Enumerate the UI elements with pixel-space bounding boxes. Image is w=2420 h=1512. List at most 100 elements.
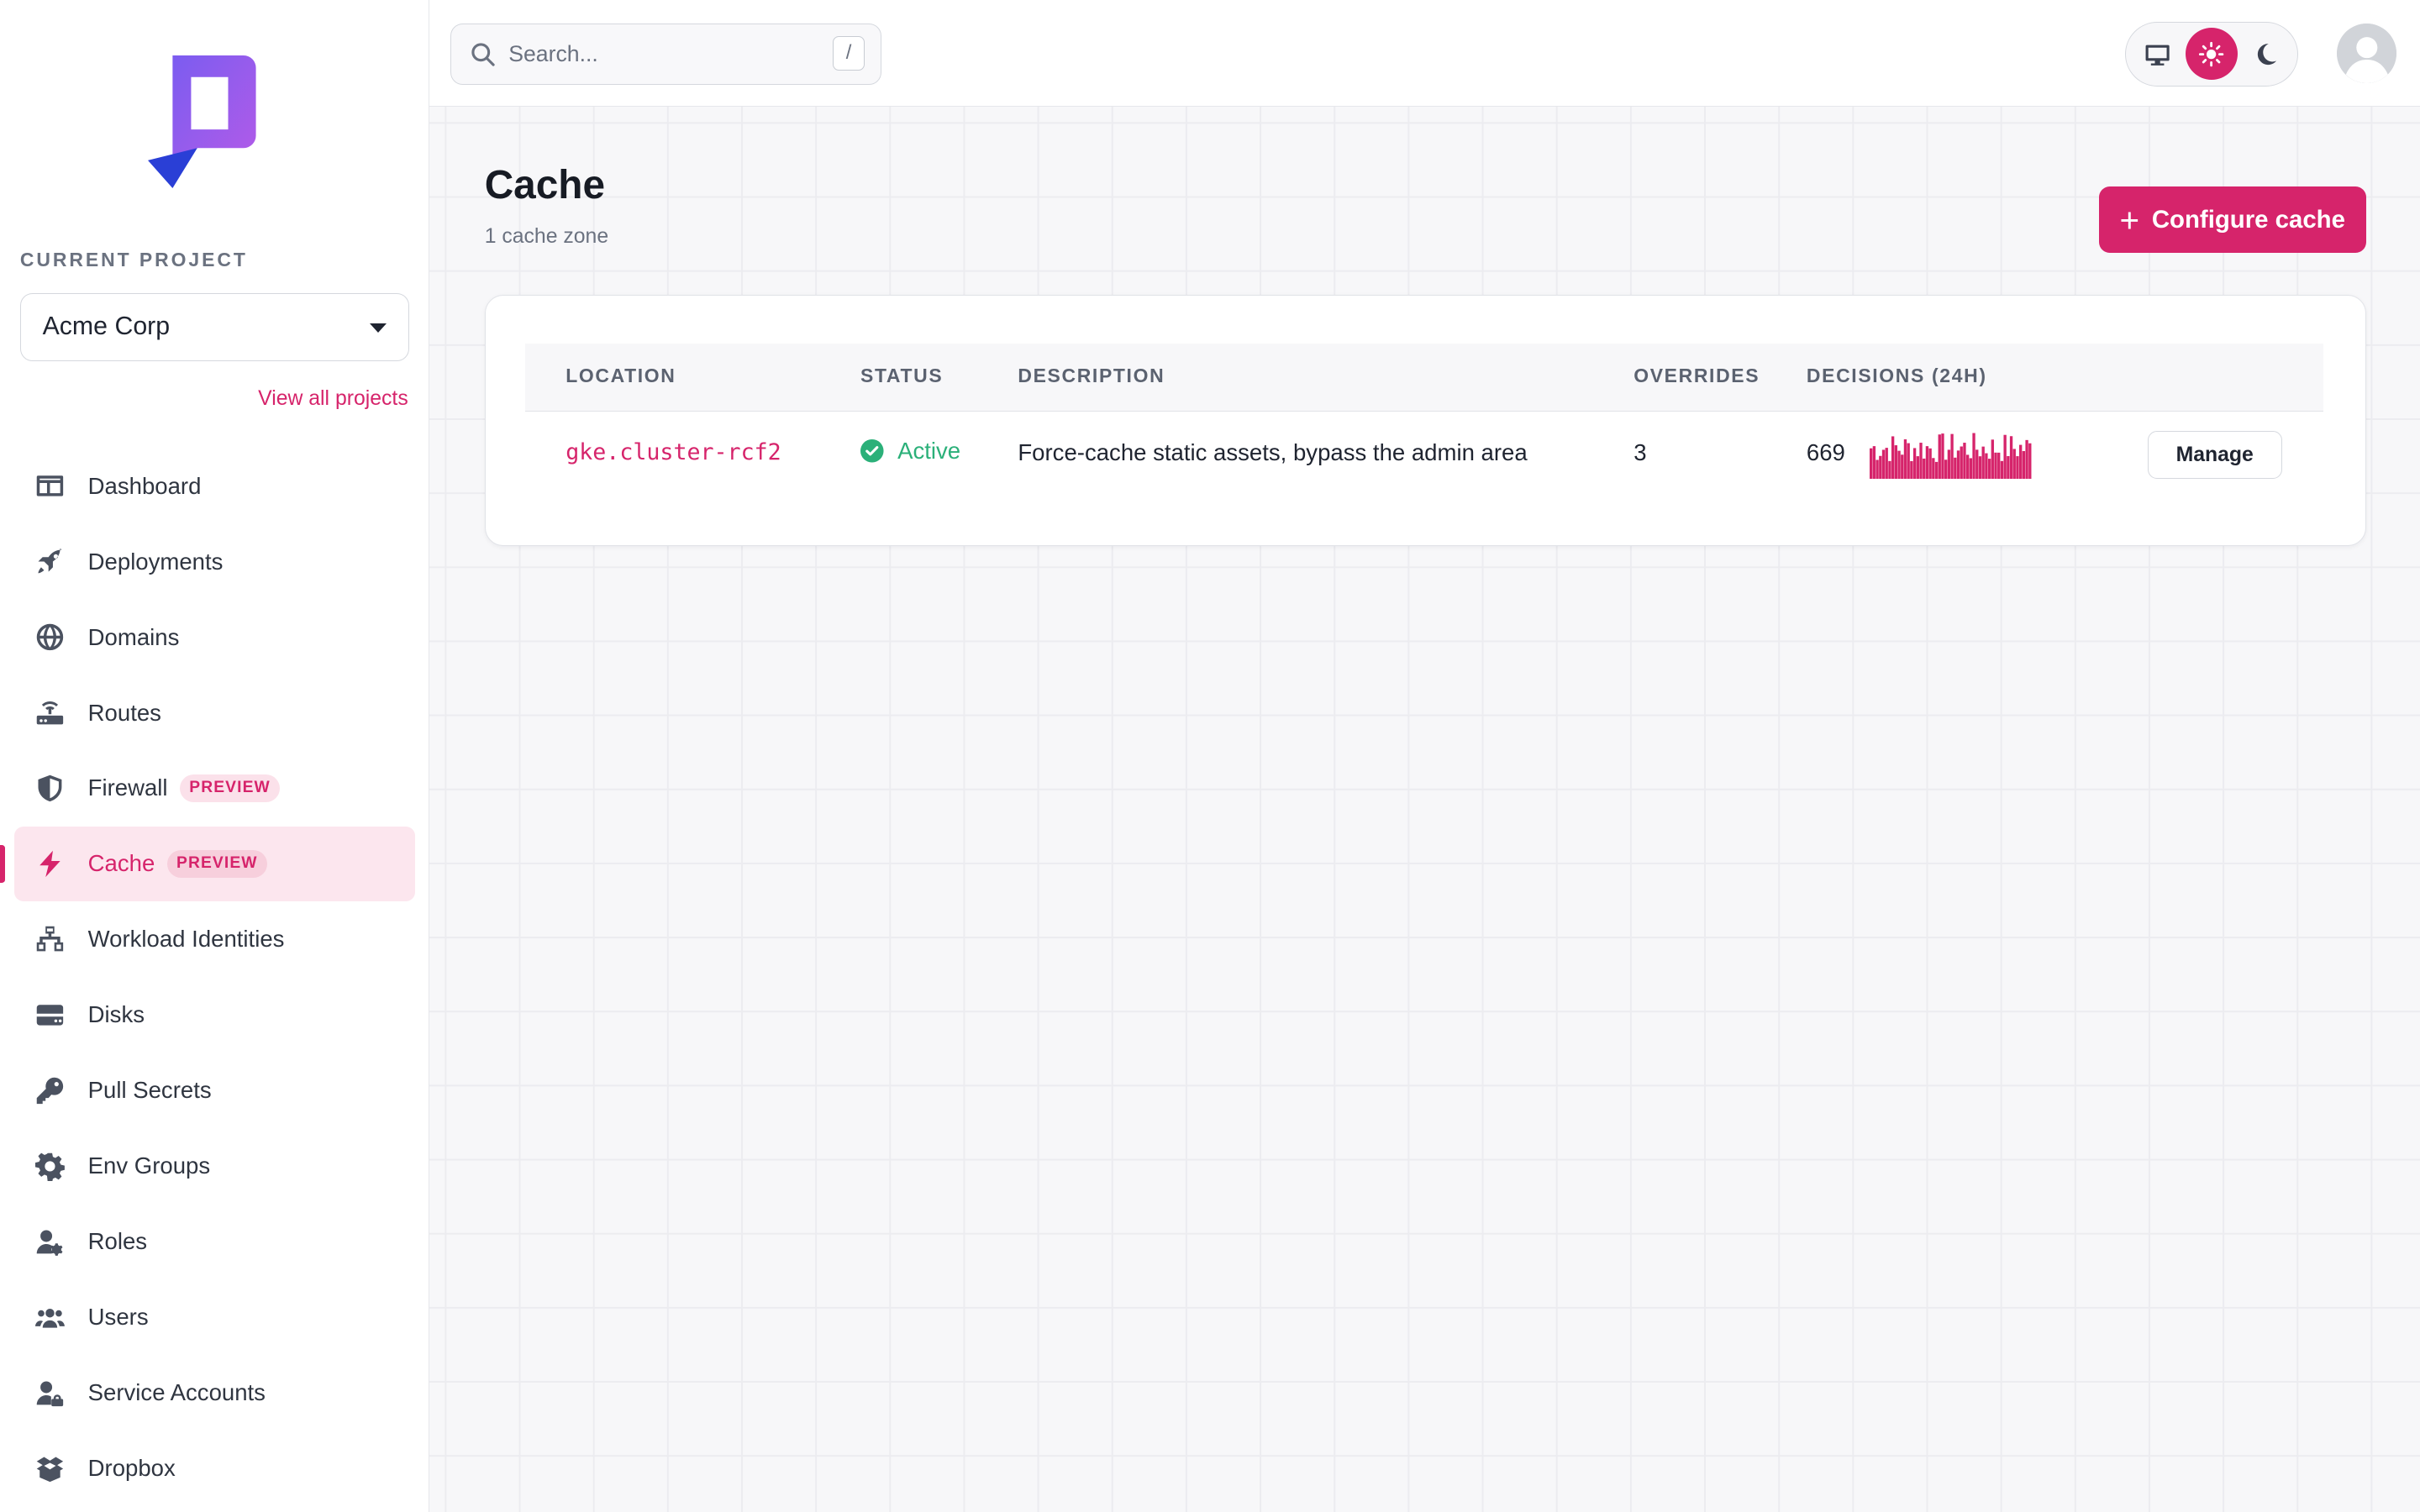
manage-button[interactable]: Manage	[2147, 431, 2282, 480]
sparkline-bar	[1938, 434, 1942, 480]
table-header: LOCATION STATUS DESCRIPTION OVERRIDES DE…	[525, 343, 2324, 412]
sparkline-bar	[1960, 446, 1964, 480]
status-indicator: Active	[860, 438, 960, 465]
sparkline-bar	[2019, 444, 2023, 480]
sparkline-bar	[1916, 456, 1920, 480]
sparkline-bar	[1957, 450, 1960, 480]
sidebar-nav: Dashboard Deployments Domains Routes Fir…	[0, 449, 416, 1507]
sidebar-item-label: Workload Identities	[87, 926, 285, 953]
search-box[interactable]: /	[450, 23, 881, 85]
location-link[interactable]: gke.cluster-rcf2	[566, 439, 781, 465]
sidebar-item-deployments[interactable]: Deployments	[14, 524, 416, 598]
sidebar-item-label: Pull Secrets	[87, 1077, 212, 1104]
search-input[interactable]	[508, 40, 802, 67]
cache-zones-card: LOCATION STATUS DESCRIPTION OVERRIDES DE…	[484, 294, 2366, 547]
sidebar-item-label: Routes	[87, 699, 161, 726]
sitemap-icon	[35, 925, 65, 954]
theme-dark-button[interactable]	[2239, 28, 2291, 80]
sparkline-bar	[2007, 456, 2010, 480]
sparkline-bar	[1901, 454, 1904, 480]
sparkline-bar	[1925, 446, 1929, 480]
sidebar-item-label: Domains	[87, 623, 180, 650]
sparkline-bar	[1882, 449, 1886, 480]
sidebar-item-label: Users	[87, 1304, 149, 1331]
sparkline-bar	[1904, 439, 1907, 480]
sparkline-bar	[2012, 449, 2017, 480]
sidebar-item-firewall[interactable]: Firewall PREVIEW	[14, 751, 416, 825]
sparkline-bar	[1891, 436, 1895, 480]
sparkline-bar	[1997, 453, 2001, 480]
sidebar-item-domains[interactable]: Domains	[14, 600, 416, 674]
decisions-count: 669	[1806, 438, 1845, 465]
sidebar-item-roles[interactable]: Roles	[14, 1205, 416, 1278]
column-header-location: LOCATION	[566, 365, 676, 387]
sidebar-item-label: Dashboard	[87, 472, 202, 499]
sparkline-bar	[1963, 443, 1966, 480]
sparkline-bar	[1907, 443, 1911, 480]
check-circle-icon	[860, 438, 884, 463]
router-icon	[35, 698, 65, 727]
preview-badge: PREVIEW	[180, 774, 280, 802]
shield-icon	[35, 774, 65, 803]
sparkline-bar	[1941, 433, 1944, 480]
brand-logo	[148, 55, 256, 189]
sidebar-item-users[interactable]: Users	[14, 1280, 416, 1354]
table-row[interactable]: gke.cluster-rcf2 Active Force-cache stat…	[525, 412, 2323, 496]
sidebar-item-routes[interactable]: Routes	[14, 675, 416, 749]
sidebar-item-env-groups[interactable]: Env Groups	[14, 1129, 416, 1203]
sidebar-item-pull-secrets[interactable]: Pull Secrets	[14, 1053, 416, 1127]
sparkline-bar	[2022, 451, 2026, 480]
sparkline-bar	[1950, 433, 1954, 480]
caret-down-icon	[370, 323, 387, 333]
sparkline-bar	[1947, 449, 1951, 480]
sidebar-item-label: Dropbox	[87, 1455, 176, 1482]
gear-icon	[35, 1152, 66, 1181]
search-shortcut-key: /	[832, 36, 865, 71]
view-all-projects-link[interactable]: View all projects	[258, 387, 408, 411]
sparkline-bar	[1972, 433, 1975, 480]
dashboard-icon	[35, 471, 65, 501]
sparkline-bar	[1985, 453, 1988, 480]
sparkline-bar	[1879, 456, 1882, 480]
sparkline-bar	[1872, 446, 1876, 480]
key-icon	[35, 1076, 65, 1105]
theme-system-button[interactable]	[2132, 28, 2184, 80]
sparkline-bar	[1988, 459, 1991, 480]
sidebar-item-cache[interactable]: Cache PREVIEW	[0, 827, 416, 901]
sidebar-item-workload-identities[interactable]: Workload Identities	[14, 902, 416, 976]
sparkline-bar	[2010, 436, 2013, 480]
theme-light-button[interactable]	[2185, 28, 2238, 81]
sidebar: CURRENT PROJECT Acme Corp View all proje…	[0, 0, 429, 1512]
sparkline-bar	[1975, 449, 1979, 480]
sidebar-item-label: Disks	[87, 1001, 145, 1028]
top-bar: /	[429, 0, 2420, 107]
configure-cache-button[interactable]: + Configure cache	[2098, 186, 2366, 254]
sparkline-bar	[1910, 461, 1913, 480]
page-title: Cache	[484, 162, 606, 207]
search-icon	[471, 42, 495, 66]
project-select[interactable]: Acme Corp	[19, 292, 409, 361]
sparkline-bar	[1969, 458, 1973, 480]
sparkline-bar	[1928, 449, 1933, 480]
sparkline-bar	[2016, 456, 2019, 480]
sparkline-bar	[2028, 443, 2032, 480]
sidebar-item-disks[interactable]: Disks	[14, 978, 416, 1052]
hard-drive-icon	[35, 1000, 65, 1030]
sidebar-item-label: Service Accounts	[87, 1379, 266, 1406]
current-project-label: CURRENT PROJECT	[19, 248, 248, 270]
sparkline-bar	[1954, 458, 1957, 480]
sparkline-bar	[1966, 454, 1970, 480]
sidebar-item-dropbox[interactable]: Dropbox	[14, 1431, 416, 1505]
user-silhouette-icon	[2336, 23, 2397, 84]
sidebar-item-label: Env Groups	[87, 1152, 211, 1179]
moon-icon	[2257, 43, 2276, 65]
sparkline-bar	[2003, 434, 2007, 480]
decisions-sparkline	[1870, 433, 2032, 480]
column-header-overrides: OVERRIDES	[1634, 365, 1760, 387]
sidebar-item-service-accounts[interactable]: Service Accounts	[14, 1356, 416, 1430]
sidebar-item-dashboard[interactable]: Dashboard	[14, 449, 416, 522]
users-icon	[35, 1303, 66, 1332]
sparkline-bar	[1885, 448, 1889, 480]
sparkline-bar	[1913, 448, 1917, 480]
user-avatar[interactable]	[2336, 23, 2397, 84]
